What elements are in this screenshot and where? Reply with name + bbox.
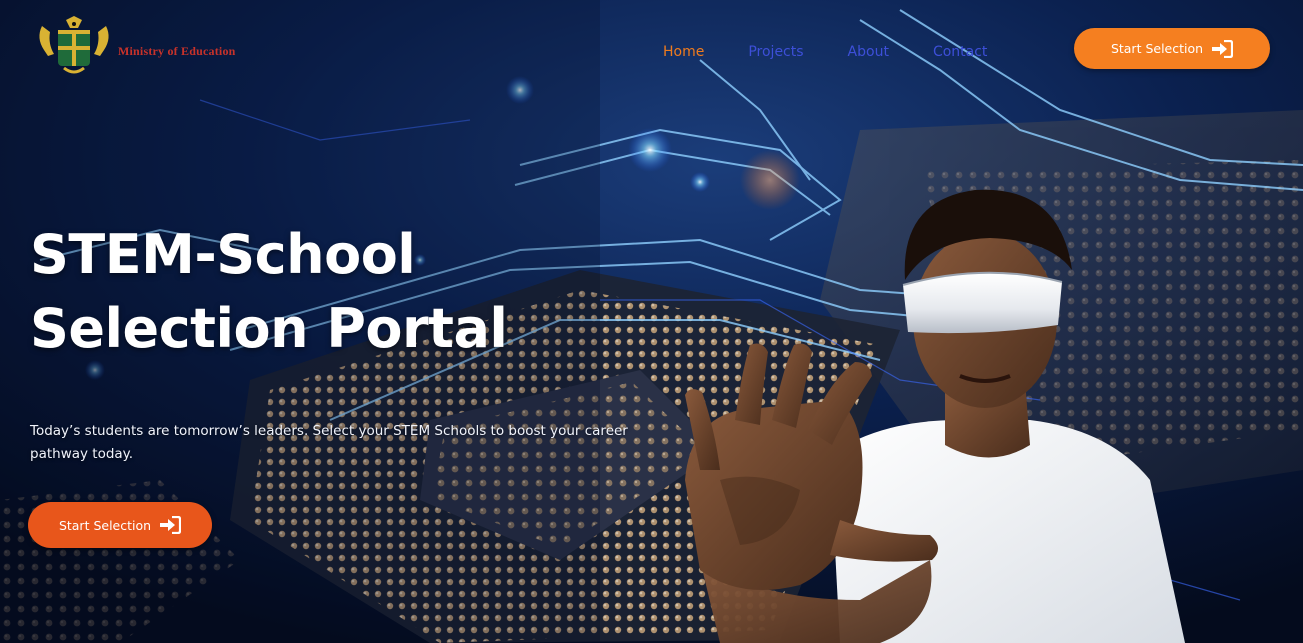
hero-title: STEM-School Selection Portal <box>30 218 508 366</box>
sign-in-icon <box>160 516 182 534</box>
ministry-logo-icon[interactable] <box>34 16 114 80</box>
header-start-selection-label: Start Selection <box>1110 41 1204 56</box>
hero-start-selection-button[interactable]: Start Selection <box>28 502 212 548</box>
hero-title-line-2: Selection Portal <box>30 297 508 360</box>
hero-start-selection-label: Start Selection <box>58 517 152 533</box>
sign-in-icon <box>1212 39 1234 58</box>
nav-item-home[interactable]: Home <box>663 44 704 60</box>
nav-item-projects[interactable]: Projects <box>748 44 803 60</box>
main-nav: Home Projects About Contact <box>663 44 987 60</box>
hero-subtitle: Today’s students are tomorrow’s leaders.… <box>30 423 628 462</box>
nav-item-contact[interactable]: Contact <box>933 44 987 60</box>
header-start-selection-button[interactable]: Start Selection <box>1074 28 1270 69</box>
top-navigation-bar: Ministry of Education Home Projects Abou… <box>0 0 1303 100</box>
hero-title-line-1: STEM-School <box>30 223 416 286</box>
nav-item-about[interactable]: About <box>848 44 889 60</box>
brand-name: Ministry of Education <box>118 44 236 58</box>
